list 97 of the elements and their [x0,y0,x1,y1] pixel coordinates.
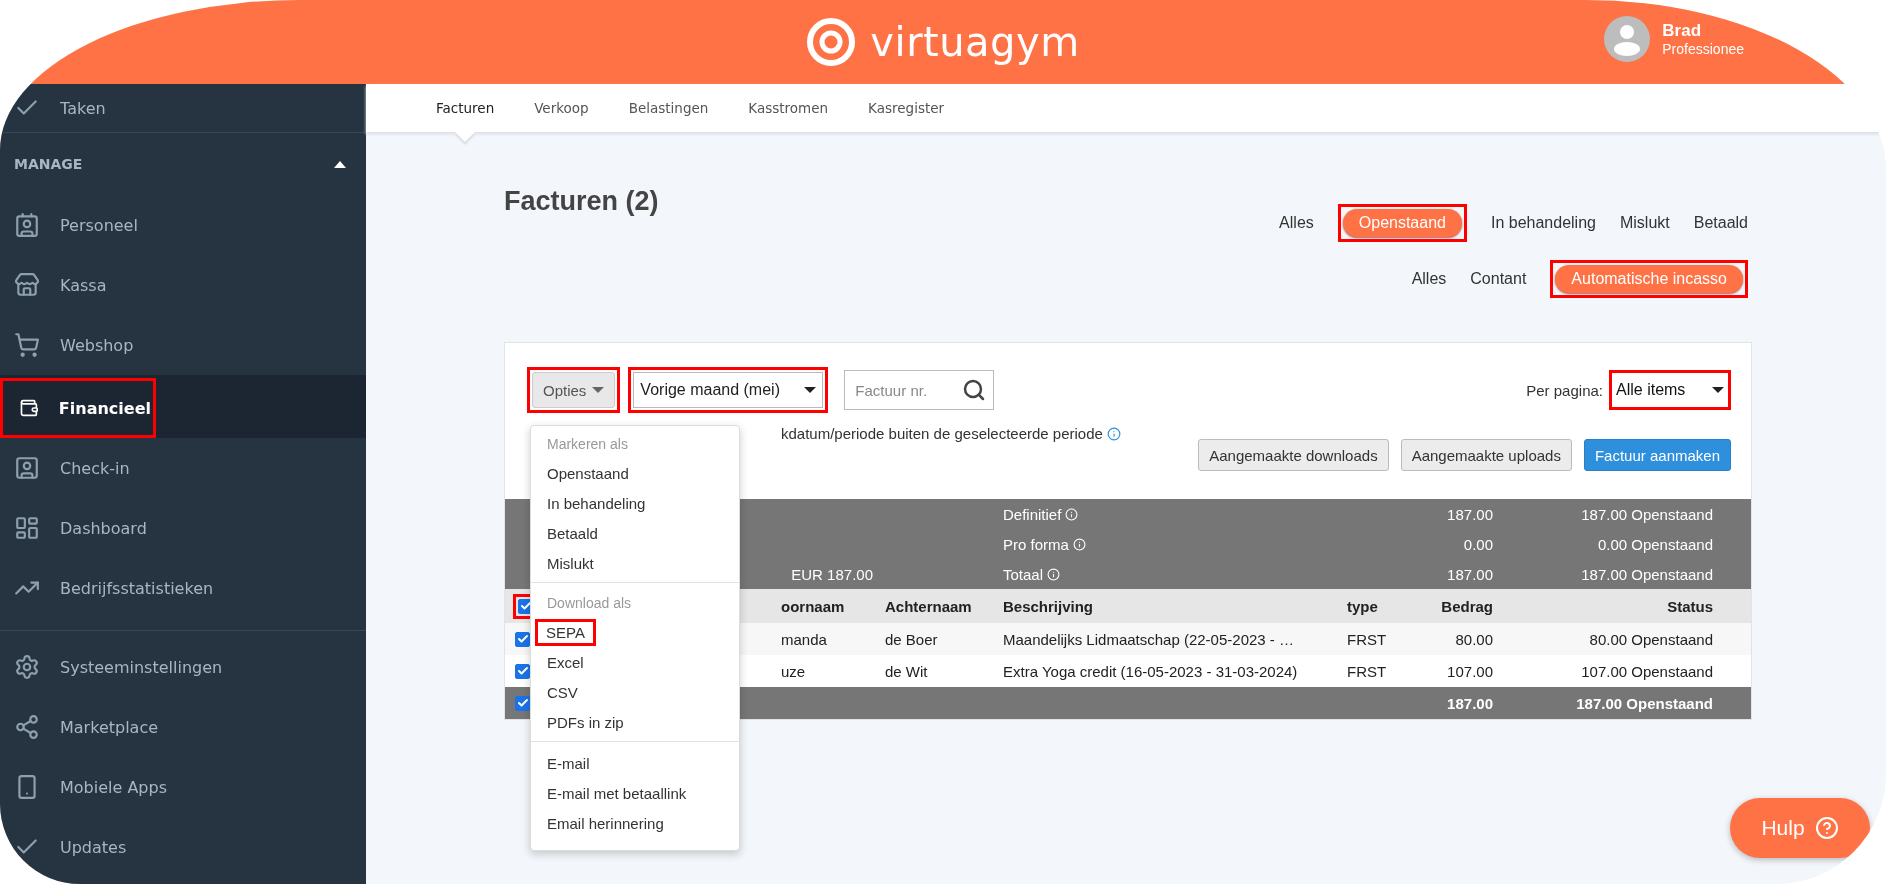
column-header: Achternaam [885,597,972,615]
table-cell: Maandelijks Lidmaatschap (22-05-2023 - … [1003,630,1294,648]
checkbox[interactable] [515,631,530,647]
info-icon[interactable] [1106,426,1121,441]
filter-pill[interactable]: Alles [1279,209,1314,237]
section-title: MANAGE [14,156,83,172]
column-header: type [1347,597,1378,615]
share-icon [14,714,40,740]
sidebar-item[interactable]: Marketplace [0,697,366,757]
tab[interactable]: Kasstromen [746,84,831,132]
menu-item[interactable]: Mislukt [547,554,594,572]
filter-pill[interactable]: Alles [1411,265,1447,293]
per-page-select[interactable]: Alle items [1614,375,1726,405]
menu-item[interactable]: CSV [547,683,578,701]
menu-item[interactable]: Openstaand [547,464,629,482]
tab[interactable]: Facturen [434,84,497,132]
menu-header: Markeren als [546,435,629,454]
ring-logo-icon [806,17,857,67]
menu-item[interactable]: E-mail met betaallink [547,784,687,802]
tick-icon [516,697,529,709]
page-title: Facturen (2) [504,186,659,218]
period-select[interactable]: Vorige maand (mei) [633,372,824,408]
table-cell: 107.00 Openstaand [1581,662,1713,680]
table-cell: uze [781,662,806,680]
user-name: Brad [1662,21,1702,41]
sidebar-item[interactable]: Mobiele Apps [0,757,366,817]
filter-pill[interactable]: Betaald [1693,209,1748,237]
summary-label: Pro forma [1003,535,1069,553]
secondary-button[interactable]: Aangemaakte uploads [1400,439,1572,471]
filter-pill[interactable]: Mislukt [1619,209,1670,237]
summary-amount: 187.00 [1447,565,1493,583]
sidebar-item[interactable]: Systeeminstellingen [0,637,366,697]
summary-amount: 187.00 [1447,505,1493,523]
table-cell: 80.00 Openstaand [1589,630,1713,648]
table-cell: 107.00 [1447,662,1493,680]
tab[interactable]: Kasregister [866,84,947,132]
column-header: Bedrag [1441,597,1493,615]
period-note: kdatum/periode buiten de geselecteerde periode [781,425,1103,442]
summary-label: Totaal [1003,565,1044,583]
tab[interactable]: Belastingen [626,84,711,132]
search-field[interactable]: Factuur nr. [844,370,995,410]
footer-amount: 187.00 [1447,694,1493,712]
per-page-label: Per pagina: [1526,381,1603,399]
sidebar-item[interactable]: Bedrijfsstatistieken [0,558,366,618]
filter-pill[interactable]: Contant [1470,265,1527,293]
menu-item[interactable]: Email herinnering [547,814,664,832]
id-card-icon [14,212,40,238]
options-button[interactable]: Opties [532,372,616,408]
sidebar-item[interactable]: Updates [0,817,366,877]
table-cell: manda [781,630,827,648]
summary-status: 0.00 Openstaand [1597,535,1713,553]
menu-item[interactable]: Excel [547,653,584,671]
collapse-triangle-icon[interactable] [334,160,346,168]
column-header: oornaam [781,597,845,615]
sidebar-item[interactable]: Kassa [0,255,366,315]
summary-status: 187.00 Openstaand [1581,505,1713,523]
filter-pill[interactable]: In behandeling [1490,209,1596,237]
tick-icon [516,665,529,677]
secondary-button[interactable]: Aangemaakte downloads [1198,439,1389,471]
table-cell: FRST [1347,630,1387,648]
menu-header: Download als [546,594,633,613]
sidebar-item[interactable]: Dashboard [0,498,366,558]
footer-status: 187.00 Openstaand [1576,694,1713,712]
store-icon [14,272,40,298]
sidebar-item[interactable]: Check-in [0,438,366,498]
table-cell: Extra Yoga credit (16-05-2023 - 31-03-2024) [1003,662,1298,680]
menu-item[interactable]: Betaald [547,524,598,542]
sidebar-item[interactable]: Personeel [0,195,366,255]
column-header: Beschrijving [1003,597,1094,615]
column-header: Status [1667,597,1713,615]
cart-icon [14,332,40,358]
sidebar-item[interactable]: Taken [0,84,366,132]
tab[interactable]: Verkoop [532,84,591,132]
menu-item[interactable]: E-mail [547,754,590,772]
table-cell: FRST [1347,662,1387,680]
menu-item[interactable]: SEPA [540,623,591,641]
user-role: Professionee [1662,41,1744,57]
table-cell: 80.00 [1455,630,1493,648]
summary-status: 187.00 Openstaand [1581,565,1713,583]
menu-item[interactable]: PDFs in zip [547,713,624,731]
menu-item[interactable]: In behandeling [547,494,646,512]
checkbox[interactable] [515,695,530,711]
table-cell: de Boer [885,630,938,648]
summary-amount: 0.00 [1463,535,1493,553]
search-icon[interactable] [962,378,987,402]
checkbox[interactable] [515,663,530,679]
dashboard-icon [14,515,40,541]
help-icon [1814,816,1839,840]
avatar-icon[interactable] [1604,16,1651,62]
table-cell: de Wit [885,662,928,680]
sidebar-item[interactable]: Webshop [0,315,366,375]
summary-label: Definitief [1003,505,1062,523]
total-text: EUR 187.00 [791,565,873,583]
tick-icon [516,633,529,645]
logo-text: virtuagym [870,19,1080,65]
settings-icon [14,654,40,680]
person-card-icon [14,455,40,481]
